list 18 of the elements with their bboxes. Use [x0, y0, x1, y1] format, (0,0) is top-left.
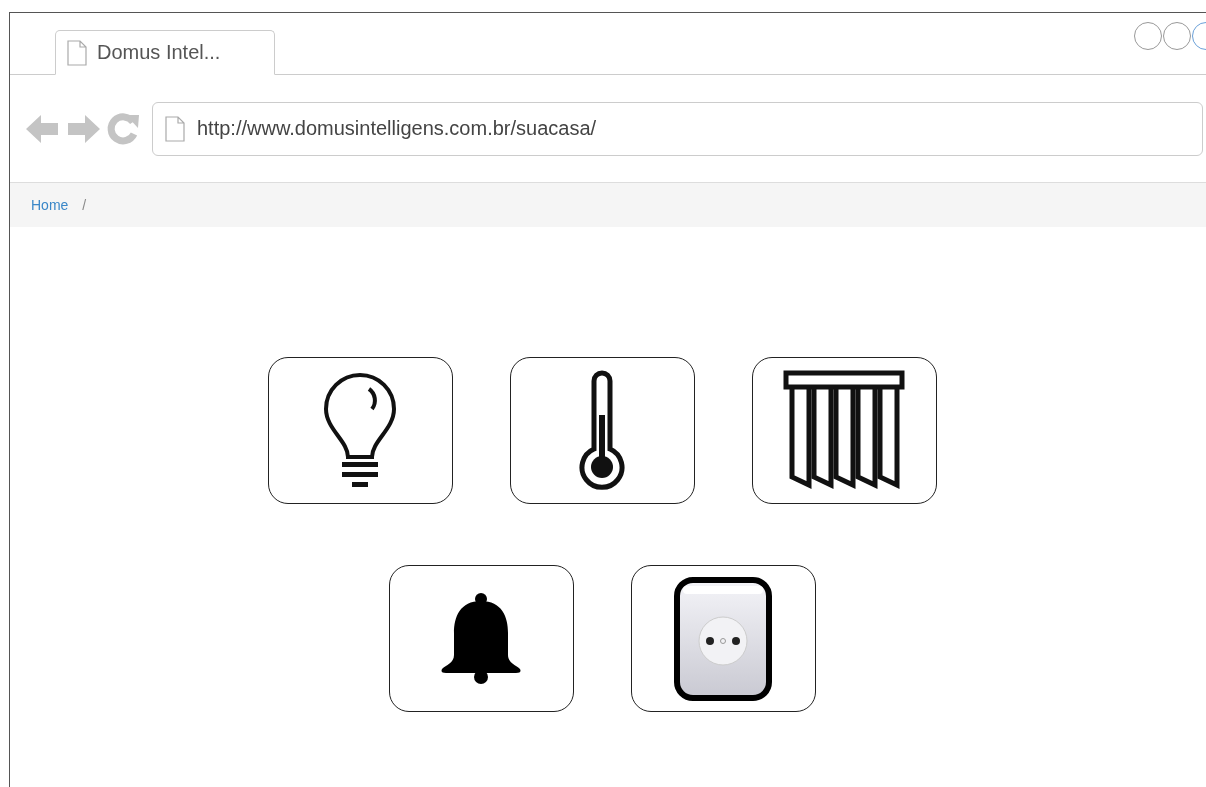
device-tile[interactable] — [630, 565, 816, 712]
back-arrow-icon[interactable] — [26, 113, 60, 144]
device-tile[interactable] — [751, 357, 937, 504]
thermometer-icon — [579, 368, 625, 493]
device-tile[interactable] — [267, 357, 453, 504]
tab-title: Domus Intel... — [97, 41, 221, 64]
forward-arrow-icon[interactable] — [66, 113, 100, 144]
device-tile[interactable] — [388, 565, 574, 712]
power-socket-icon — [674, 576, 772, 701]
page-icon — [67, 39, 87, 66]
page-icon — [165, 115, 185, 142]
device-tile[interactable] — [509, 357, 695, 504]
breadcrumb-separator: / — [82, 197, 87, 213]
url-text: http://www.domusintelligens.com.br/suacasa/ — [197, 117, 597, 140]
reload-icon[interactable] — [106, 111, 140, 146]
address-bar[interactable]: http://www.domusintelligens.com.br/suacasa/ — [152, 101, 1203, 156]
breadcrumb-link[interactable]: Home — [31, 197, 69, 213]
browser-tab[interactable]: Domus Intel... — [55, 30, 275, 75]
